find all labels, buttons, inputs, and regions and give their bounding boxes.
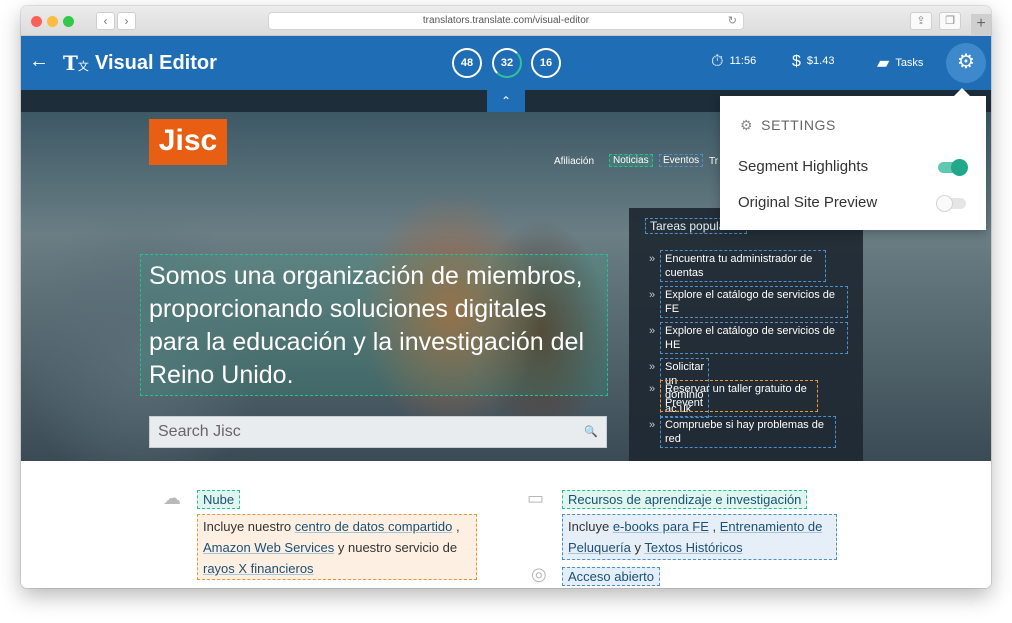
counter-ring-2[interactable]: 32 (492, 48, 522, 78)
original-preview-label: Original Site Preview (738, 194, 878, 211)
segment-highlights-toggle[interactable] (938, 159, 968, 176)
jisc-logo[interactable]: Jisc (149, 119, 227, 165)
toggle-knob (951, 159, 968, 176)
browser-forward-button[interactable]: › (117, 12, 136, 30)
timer-value: 11:56 (729, 55, 757, 67)
task-link-3[interactable]: Explore el catálogo de servicios de HE (660, 322, 848, 354)
segment-highlights-label: Segment Highlights (738, 158, 869, 175)
nube-text-2: , (452, 519, 460, 534)
nav-link-noticias[interactable]: Noticias (609, 154, 653, 167)
link-historical-texts[interactable]: Textos Históricos (644, 540, 742, 555)
nube-description-segment[interactable]: Incluye nuestro centro de datos comparti… (197, 514, 477, 580)
search-placeholder: Search Jisc (158, 423, 241, 440)
back-arrow-icon[interactable]: ← (29, 50, 49, 73)
link-shared-datacenter[interactable]: centro de datos compartido (295, 519, 453, 534)
settings-gear-button[interactable]: ⚙ (946, 43, 986, 83)
close-window-button[interactable] (31, 16, 42, 27)
briefcase-icon: ▰ (877, 55, 890, 72)
minimize-window-button[interactable] (47, 16, 58, 27)
link-hairdressing[interactable]: Peluquería (568, 540, 631, 555)
hero-headline-segment[interactable]: Somos una organización de miembros, prop… (140, 254, 608, 396)
link-training[interactable]: Entrenamiento de (720, 519, 823, 534)
resources-description-segment[interactable]: Incluye e-books para FE , Entrenamiento … (562, 514, 837, 560)
logo-sub-glyph: 文 (77, 60, 89, 73)
browser-back-button[interactable]: ‹ (96, 12, 115, 30)
open-access-title-segment[interactable]: Acceso abierto (562, 567, 660, 586)
url-text: translators.translate.com/visual-editor (422, 15, 590, 26)
nav-link-afiliacion[interactable]: Afiliación (554, 156, 594, 167)
original-preview-toggle[interactable] (936, 195, 966, 212)
nube-text-3: y nuestro servicio de (334, 540, 458, 555)
nube-title-segment[interactable]: Nube (197, 490, 241, 509)
res-text-3: y (630, 540, 645, 555)
nav-link-truncated[interactable]: Tr (709, 156, 718, 167)
list-marker: » (649, 253, 656, 265)
dollar-icon: $ (792, 53, 801, 70)
earnings: $ $1.43 (792, 53, 834, 71)
list-marker: » (649, 325, 656, 337)
app-header: ← T文 Visual Editor 48 32 16 ⏱ 11:56 $ $1.4… (21, 36, 991, 90)
gear-icon: ⚙ (740, 117, 754, 133)
tasks-button[interactable]: ▰ Tasks (877, 53, 923, 73)
new-tab-button[interactable]: + (971, 14, 991, 36)
settings-heading: ⚙ SETTINGS (740, 117, 836, 134)
toggle-knob (936, 195, 953, 212)
maximize-window-button[interactable] (63, 16, 74, 27)
nav-link-eventos[interactable]: Eventos (659, 154, 704, 167)
padlock-icon: ◎ (531, 564, 547, 584)
counter-ring-1[interactable]: 48 (452, 48, 482, 78)
search-icon[interactable]: 🔍 (584, 417, 598, 447)
logo-letter: T (63, 51, 78, 75)
address-bar[interactable]: translators.translate.com/visual-editor … (268, 12, 744, 30)
tasks-label: Tasks (895, 57, 924, 69)
task-link-1[interactable]: Encuentra tu administrador de cuentas (660, 250, 826, 282)
browser-window: ‹ › translators.translate.com/visual-edi… (21, 6, 991, 588)
page-title: Visual Editor (95, 52, 217, 74)
timer: ⏱ 11:56 (711, 53, 756, 71)
task-link-5[interactable]: Reservar un taller gratuito de Prevent (660, 380, 818, 412)
share-icon[interactable]: ⇪ (910, 12, 932, 30)
earnings-value: $1.43 (806, 55, 835, 67)
browser-toolbar: ‹ › translators.translate.com/visual-edi… (21, 6, 991, 36)
collapse-chevron-up-icon[interactable]: ⌃ (487, 90, 525, 114)
settings-popover: ⚙ SETTINGS Segment Highlights Original Si… (720, 88, 986, 230)
list-marker: » (649, 289, 656, 301)
translate-logo-icon: T文 (63, 51, 89, 75)
list-marker: » (649, 419, 656, 431)
stopwatch-icon: ⏱ (711, 53, 724, 70)
link-financial-xray[interactable]: rayos X financieros (203, 561, 314, 576)
res-text-2: , (708, 519, 720, 534)
list-marker: » (649, 383, 656, 395)
link-aws[interactable]: Amazon Web Services (203, 540, 334, 555)
task-link-2[interactable]: Explore el catálogo de servicios de FE (660, 286, 848, 318)
resources-title-segment[interactable]: Recursos de aprendizaje e investigación (562, 490, 808, 509)
services-section: ☁ Nube Incluye nuestro centro de datos c… (21, 461, 991, 588)
cloud-icon: ☁ (163, 488, 181, 508)
popular-tasks-panel: Tareas populares » Encuentra tu administ… (629, 208, 863, 461)
tabs-icon[interactable]: ❐ (939, 12, 961, 30)
link-ebooks-fe[interactable]: e-books para FE (613, 519, 709, 534)
site-search-input[interactable]: Search Jisc 🔍 (149, 416, 607, 448)
counter-ring-3[interactable]: 16 (531, 48, 561, 78)
reload-icon[interactable]: ↻ (728, 13, 737, 29)
res-text-1: Incluye (568, 519, 613, 534)
task-link-6[interactable]: Compruebe si hay problemas de red (660, 416, 836, 448)
book-reader-icon: ▭ (527, 488, 545, 508)
list-marker: » (649, 361, 656, 373)
nube-text-1: Incluye nuestro (203, 519, 295, 534)
settings-title: SETTINGS (761, 117, 836, 133)
